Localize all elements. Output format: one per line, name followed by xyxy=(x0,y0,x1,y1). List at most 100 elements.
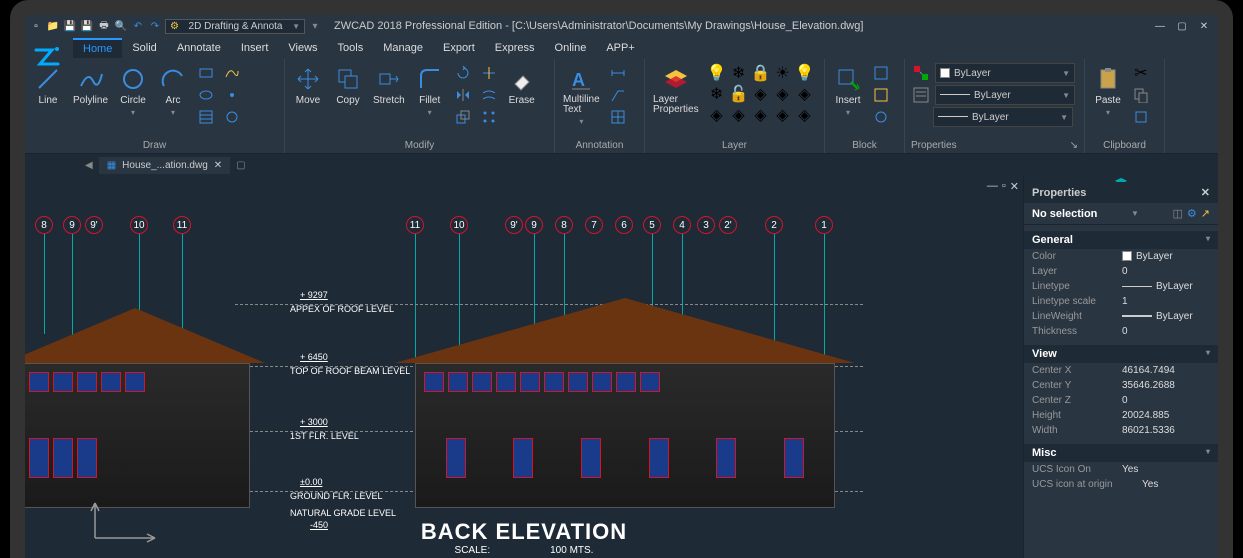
layer-walk-button[interactable]: ◈ xyxy=(707,105,727,125)
layer-on-button[interactable]: 💡 xyxy=(795,63,815,83)
prop-row[interactable]: Center Z0 xyxy=(1024,393,1218,408)
prop-row[interactable]: UCS icon at originYes xyxy=(1024,477,1218,492)
open-icon[interactable]: 📁 xyxy=(46,19,60,33)
move-button[interactable]: Move xyxy=(291,63,325,108)
prop-row[interactable]: Width86021.5336 xyxy=(1024,423,1218,438)
select-objects-icon[interactable]: ↗ xyxy=(1201,207,1210,220)
layer-properties-button[interactable]: Layer Properties xyxy=(651,63,701,117)
prop-row[interactable]: Thickness0 xyxy=(1024,324,1218,339)
canvas-restore-icon[interactable]: ▫ xyxy=(1002,180,1006,193)
tab-home[interactable]: Home xyxy=(73,38,122,58)
tab-annotate[interactable]: Annotate xyxy=(167,39,231,57)
layer-match-button[interactable]: ◈ xyxy=(751,84,771,104)
layer-thaw-button[interactable]: ❄ xyxy=(707,84,727,104)
tab-scroll-left-icon[interactable]: ◀ xyxy=(85,160,93,171)
layer-copy-button[interactable]: ◈ xyxy=(795,105,815,125)
match-prop-button[interactable] xyxy=(911,63,931,83)
save-icon[interactable]: 💾 xyxy=(63,19,77,33)
canvas-close-icon[interactable]: ✕ xyxy=(1010,180,1019,193)
tab-app[interactable]: APP+ xyxy=(596,39,644,57)
offset-button[interactable] xyxy=(479,85,499,105)
qat-more-icon[interactable]: ▾ xyxy=(308,19,322,33)
tab-tools[interactable]: Tools xyxy=(328,39,374,57)
prop-row[interactable]: Center X46164.7494 xyxy=(1024,363,1218,378)
layer-lock-button[interactable]: 🔒 xyxy=(751,63,771,83)
layer-off-button[interactable]: 💡 xyxy=(707,63,727,83)
new-tab-button[interactable]: ▢ xyxy=(236,160,245,171)
edit-attr-button[interactable] xyxy=(871,107,891,127)
prop-row[interactable]: Center Y35646.2688 xyxy=(1024,378,1218,393)
preview-icon[interactable]: 🔍 xyxy=(114,19,128,33)
saveas-icon[interactable]: 💾 xyxy=(80,19,94,33)
table-button[interactable] xyxy=(608,107,628,127)
edit-block-button[interactable] xyxy=(871,85,891,105)
prop-row[interactable]: UCS Icon OnYes xyxy=(1024,462,1218,477)
tab-export[interactable]: Export xyxy=(433,39,485,57)
array-button[interactable] xyxy=(479,107,499,127)
prop-row[interactable]: ColorByLayer xyxy=(1024,249,1218,264)
close-button[interactable]: ✕ xyxy=(1194,18,1214,34)
prop-row[interactable]: LineWeightByLayer xyxy=(1024,309,1218,324)
create-block-button[interactable] xyxy=(871,63,891,83)
mirror-button[interactable] xyxy=(453,85,473,105)
document-tab[interactable]: ▦ House_...ation.dwg ✕ xyxy=(99,157,230,174)
cut-button[interactable]: ✂ xyxy=(1131,63,1151,83)
copy-base-button[interactable] xyxy=(1131,107,1151,127)
leader-button[interactable] xyxy=(608,85,628,105)
layer-freeze-button[interactable]: ❄ xyxy=(729,63,749,83)
layer-prev-button[interactable]: ◈ xyxy=(773,84,793,104)
prop-row[interactable]: Layer0 xyxy=(1024,264,1218,279)
lineweight-selector[interactable]: ByLayer▼ xyxy=(933,107,1073,127)
trim-button[interactable] xyxy=(479,63,499,83)
tab-express[interactable]: Express xyxy=(485,39,545,57)
scale-button[interactable] xyxy=(453,107,473,127)
prop-row[interactable]: Height20024.885 xyxy=(1024,408,1218,423)
color-selector[interactable]: ByLayer▼ xyxy=(935,63,1075,83)
minimize-button[interactable]: — xyxy=(1150,18,1170,34)
layer-iso-button[interactable]: ☀ xyxy=(773,63,793,83)
tab-insert[interactable]: Insert xyxy=(231,39,279,57)
mtext-button[interactable]: A Multiline Text▾ xyxy=(561,63,602,128)
chevron-down-icon[interactable]: ▼ xyxy=(1131,209,1139,218)
prop-row[interactable]: LinetypeByLayer xyxy=(1024,279,1218,294)
layer-unlock-button[interactable]: 🔓 xyxy=(729,84,749,104)
linetype-selector[interactable]: ByLayer▼ xyxy=(935,85,1075,105)
prop-row[interactable]: Linetype scale1 xyxy=(1024,294,1218,309)
insert-button[interactable]: Insert▾ xyxy=(831,63,865,119)
spline-button[interactable] xyxy=(222,63,242,83)
tab-views[interactable]: Views xyxy=(278,39,327,57)
circle-button[interactable]: Circle▾ xyxy=(116,63,150,119)
ellipse-button[interactable] xyxy=(196,85,216,105)
tab-manage[interactable]: Manage xyxy=(373,39,433,57)
drawing-canvas[interactable]: — ▫ ✕ 8 9 9' 10 11 11 10 9' 9 8 7 6 5 4 … xyxy=(25,176,1023,558)
list-button[interactable] xyxy=(911,85,931,105)
canvas-minimize-icon[interactable]: — xyxy=(987,180,998,193)
section-misc[interactable]: Misc▾ xyxy=(1024,444,1218,462)
layer-delete-button[interactable]: ◈ xyxy=(751,105,771,125)
erase-button[interactable]: Erase xyxy=(505,63,539,108)
toggle-pim-icon[interactable]: ◫ xyxy=(1172,207,1182,220)
app-logo[interactable] xyxy=(29,39,65,75)
section-view[interactable]: View▾ xyxy=(1024,345,1218,363)
dialog-launcher-icon[interactable]: ↘ xyxy=(1070,140,1078,151)
layer-change-button[interactable]: ◈ xyxy=(773,105,793,125)
tab-solid[interactable]: Solid xyxy=(122,39,166,57)
polyline-button[interactable]: Polyline xyxy=(71,63,110,108)
layer-merge-button[interactable]: ◈ xyxy=(729,105,749,125)
paste-button[interactable]: Paste▾ xyxy=(1091,63,1125,119)
quick-select-icon[interactable]: ⚙ xyxy=(1187,207,1197,220)
section-general[interactable]: General▾ xyxy=(1024,231,1218,249)
rectangle-button[interactable] xyxy=(196,63,216,83)
region-button[interactable] xyxy=(222,107,242,127)
close-panel-icon[interactable]: ✕ xyxy=(1201,186,1210,199)
fillet-button[interactable]: Fillet▾ xyxy=(413,63,447,119)
new-icon[interactable]: ▫ xyxy=(29,19,43,33)
rotate-button[interactable] xyxy=(453,63,473,83)
layer-state-button[interactable]: ◈ xyxy=(795,84,815,104)
dimension-button[interactable] xyxy=(608,63,628,83)
redo-icon[interactable]: ↷ xyxy=(148,19,162,33)
maximize-button[interactable]: ▢ xyxy=(1172,18,1192,34)
hatch-button[interactable] xyxy=(196,107,216,127)
plot-icon[interactable]: 🖶 xyxy=(97,19,111,33)
point-button[interactable] xyxy=(222,85,242,105)
